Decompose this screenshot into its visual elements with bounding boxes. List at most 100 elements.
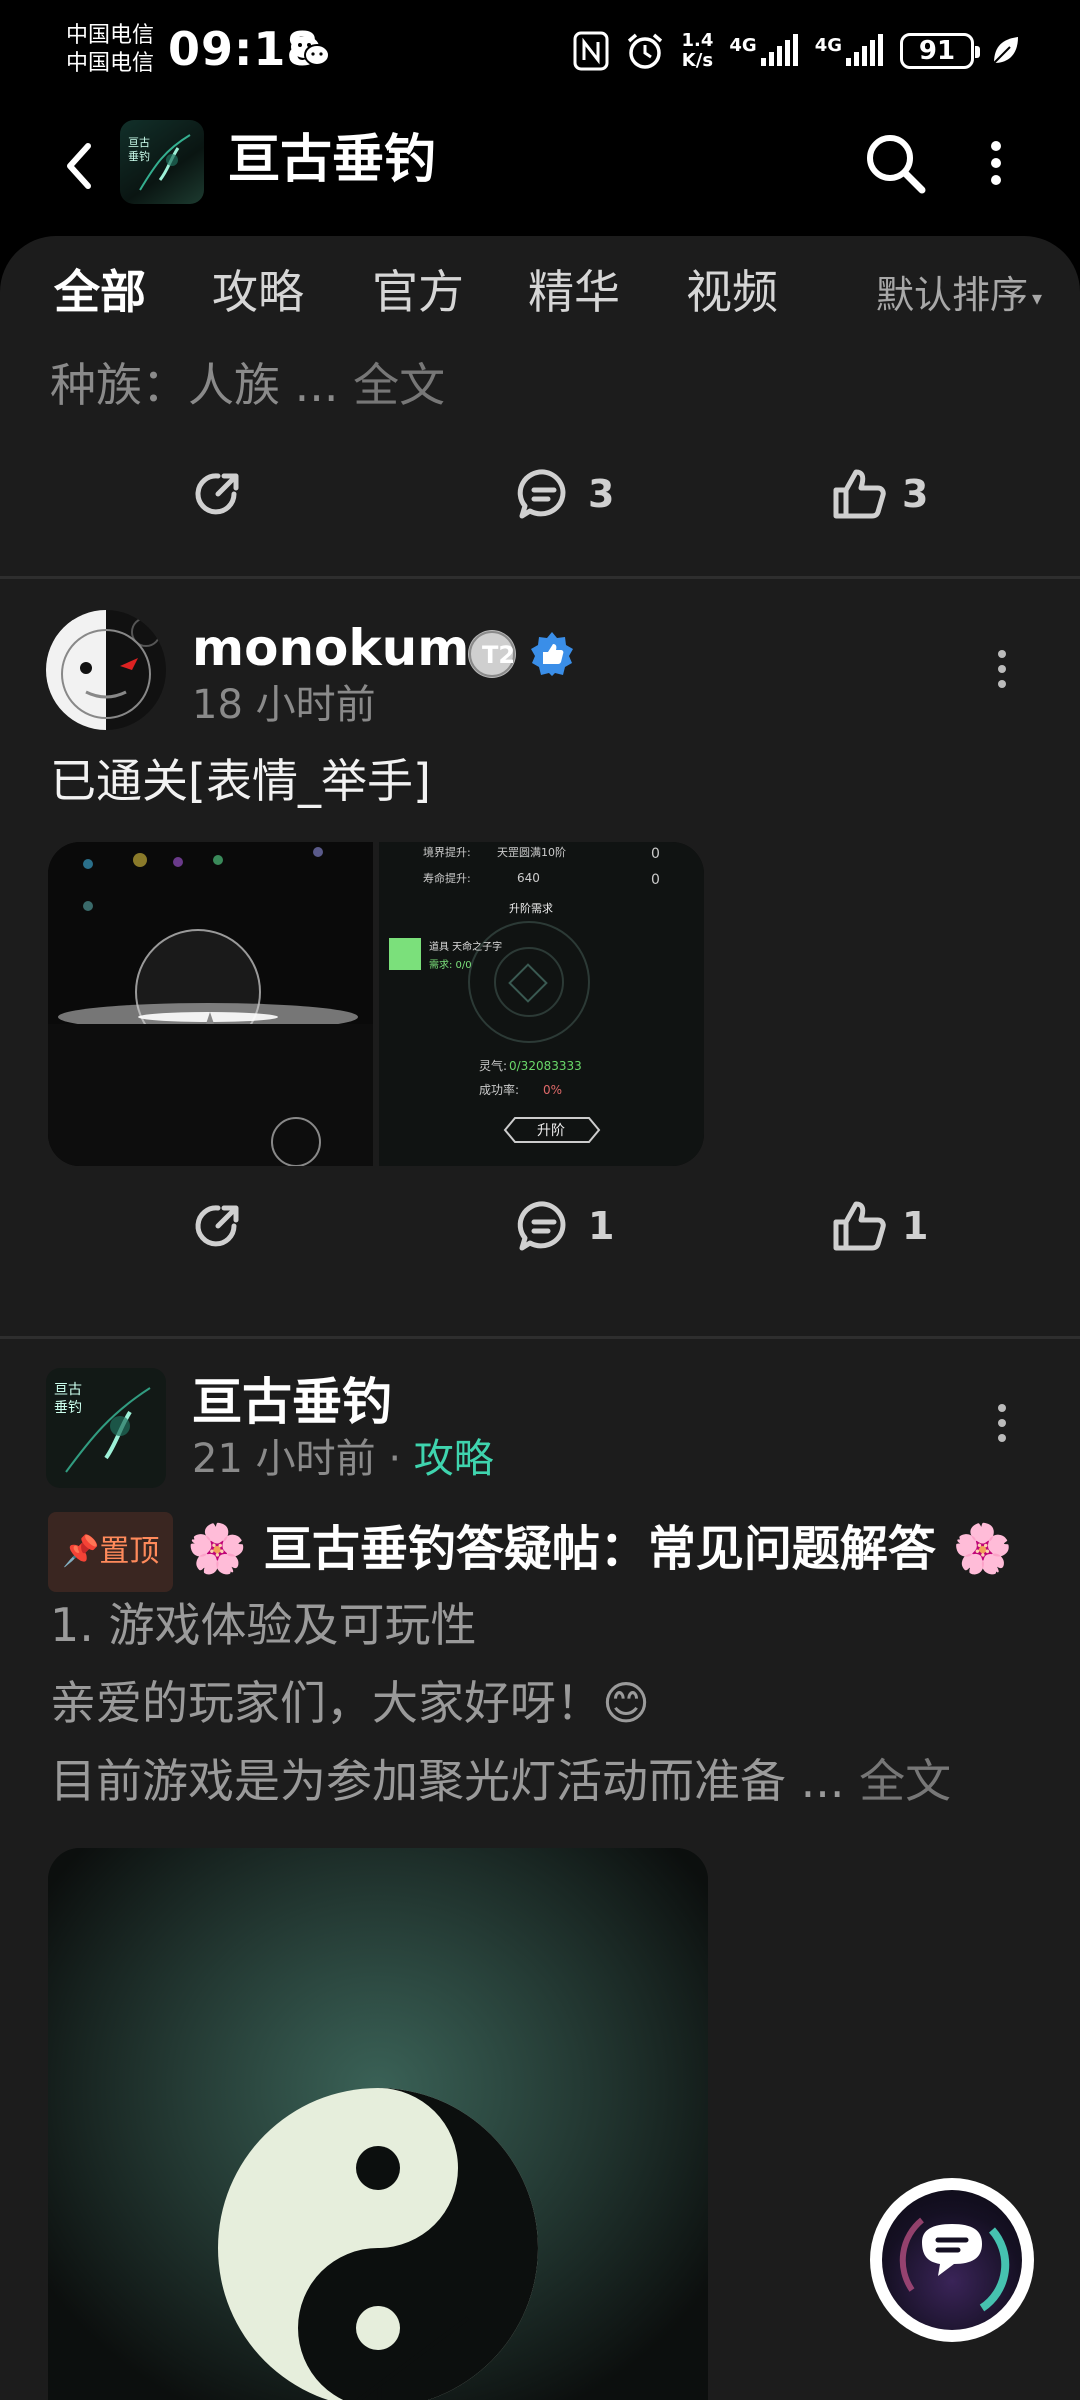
carrier-labels: 中国电信 中国电信 [66, 22, 154, 78]
share-icon [195, 473, 239, 515]
pin-icon: 📌 [62, 1534, 100, 1569]
post-title[interactable]: 📌置顶 🌸 亘古垂钓答疑帖：常见问题解答 🌸 [48, 1512, 1012, 1592]
tab-featured[interactable]: 精华 [528, 262, 620, 322]
rate-label: 成功率: [479, 1082, 519, 1097]
like-count: 1 [902, 1204, 929, 1248]
comment-button[interactable]: 3 [514, 454, 614, 534]
item-req-label: 道具 天命之子字 [429, 940, 502, 953]
back-icon[interactable] [56, 136, 102, 196]
post-category-tag[interactable]: 攻略 [414, 1436, 494, 1482]
chat-bubble-icon [882, 2190, 1022, 2330]
snippet-text: 种族：人族 ... [50, 358, 339, 412]
realm-value: 天罡圆满10阶 [497, 845, 566, 859]
post-time: 21 小时前 [192, 1436, 376, 1482]
pinned-badge: 📌置顶 [48, 1512, 174, 1592]
tab-guides[interactable]: 攻略 [212, 262, 304, 322]
avatar[interactable] [46, 610, 166, 730]
signal-icon [846, 34, 883, 66]
monokuma-avatar-art [46, 610, 166, 730]
username[interactable]: monokuma [192, 616, 503, 680]
sort-label: 默认排序 [875, 273, 1028, 317]
full-text-link[interactable]: 全文 [859, 1754, 951, 1808]
username[interactable]: 亘古垂钓 [192, 1370, 392, 1434]
share-icon [195, 1205, 239, 1247]
smile-emoji: 😊 [602, 1676, 650, 1730]
post-actions: 3 3 [0, 454, 1080, 534]
post-time: 18 小时前 [192, 682, 376, 728]
post-body-line: 亲爱的玩家们，大家好呀！😊 [50, 1676, 650, 1730]
signal-sim1: 4G [729, 31, 798, 71]
svg-text:垂钓: 垂钓 [128, 149, 150, 163]
thumbs-up-icon [833, 1201, 886, 1251]
carrier-2: 中国电信 [66, 51, 155, 76]
comment-count: 1 [588, 1204, 615, 1248]
leaf-icon [993, 37, 1018, 64]
signal-sim2: 4G [815, 31, 884, 71]
more-vertical-icon[interactable] [990, 1398, 1014, 1448]
tab-video[interactable]: 视频 [686, 262, 778, 322]
share-button[interactable] [188, 454, 248, 534]
flower-emoji: 🌸 [952, 1521, 1013, 1577]
tab-all[interactable]: 全部 [54, 262, 146, 322]
forum-logo-art: 亘古 垂钓 [128, 134, 191, 191]
realm-up-label: 境界提升: [423, 845, 471, 859]
search-icon[interactable] [862, 130, 928, 196]
net-speed: 1.4 K/s [681, 30, 714, 71]
divider [0, 576, 1080, 579]
yin-yang-fisher-image [48, 1848, 708, 2400]
post-images: 境界提升: 天罡圆满10阶 0 寿命提升: 640 0 升阶需求 道具 天命之子… [48, 842, 704, 1166]
status-bar: 中国电信 中国电信 09:18 1.4 K/s 4G 4G 91 [0, 0, 1080, 110]
svg-text:亘古: 亘古 [54, 1382, 82, 1398]
ascend-req-label: 升阶需求 [509, 901, 553, 915]
system-icons: 1.4 K/s 4G 4G 91 [573, 26, 1020, 76]
comment-icon [517, 469, 566, 519]
wechat-icon [291, 36, 330, 66]
battery-icon: 91 [900, 33, 980, 69]
svg-text:垂钓: 垂钓 [54, 1400, 82, 1416]
post-snippet[interactable]: 种族：人族 ... 全文 [50, 352, 445, 418]
share-button[interactable] [188, 1186, 248, 1266]
full-text-link[interactable]: 全文 [353, 358, 445, 412]
thumbs-up-badge-icon [531, 632, 573, 676]
tab-bar: 全部 攻略 官方 精华 视频 默认排序 ▾ [0, 236, 1080, 352]
level-badge-text: T2 [482, 641, 515, 669]
qi-label: 灵气: [479, 1058, 507, 1073]
forum-logo[interactable]: 亘古 垂钓 [120, 120, 204, 204]
post-title-text: 亘古垂钓答疑帖：常见问题解答 [263, 1521, 936, 1577]
post-text[interactable]: 已通关[表情_举手] [50, 750, 431, 812]
nfc-icon [573, 31, 609, 71]
moon-sea-image [48, 842, 373, 1166]
carrier-1: 中国电信 [66, 23, 155, 48]
app-header: 亘古 垂钓 亘古垂钓 [0, 110, 1080, 228]
post-image-1[interactable] [48, 842, 373, 1166]
more-vertical-icon[interactable] [990, 644, 1014, 694]
divider [0, 1336, 1080, 1339]
tab-official[interactable]: 官方 [372, 262, 464, 322]
meta-separator: · [388, 1436, 402, 1482]
life-up-label: 寿命提升: [423, 871, 471, 885]
caret-down-icon: ▾ [1031, 285, 1042, 310]
more-vertical-icon[interactable] [976, 130, 1016, 196]
zero-b: 0 [651, 872, 660, 888]
life-value: 640 [517, 871, 540, 885]
thumbs-up-icon [833, 469, 886, 519]
ascend-button-label: 升阶 [537, 1123, 565, 1139]
need-label: 需求: 0/0 [429, 959, 472, 971]
rate-value: 0% [543, 1083, 562, 1097]
post-cover-image[interactable] [48, 1848, 708, 2400]
like-button[interactable]: 3 [828, 454, 928, 534]
comment-icon [517, 1201, 566, 1251]
like-button[interactable]: 1 [828, 1186, 928, 1266]
ascension-screen-image: 境界提升: 天罡圆满10阶 0 寿命提升: 640 0 升阶需求 道具 天命之子… [379, 842, 704, 1166]
signal-icon [760, 34, 798, 66]
sort-dropdown[interactable]: 默认排序 ▾ [876, 270, 1042, 323]
comment-button[interactable]: 1 [514, 1186, 614, 1266]
level-badge-icon: T2 [469, 631, 515, 677]
feed-panel: 全部 攻略 官方 精华 视频 默认排序 ▾ 种族：人族 ... 全文 3 3 m… [0, 236, 1080, 2400]
avatar[interactable]: 亘古 垂钓 [46, 1368, 166, 1488]
post-image-2[interactable]: 境界提升: 天罡圆满10阶 0 寿命提升: 640 0 升阶需求 道具 天命之子… [379, 842, 704, 1166]
post-body-line[interactable]: 目前游戏是为参加聚光灯活动而准备 ... 全文 [50, 1748, 951, 1814]
chat-fab-button[interactable] [870, 2178, 1034, 2342]
forum-title: 亘古垂钓 [228, 130, 437, 190]
alarm-icon [628, 33, 663, 69]
